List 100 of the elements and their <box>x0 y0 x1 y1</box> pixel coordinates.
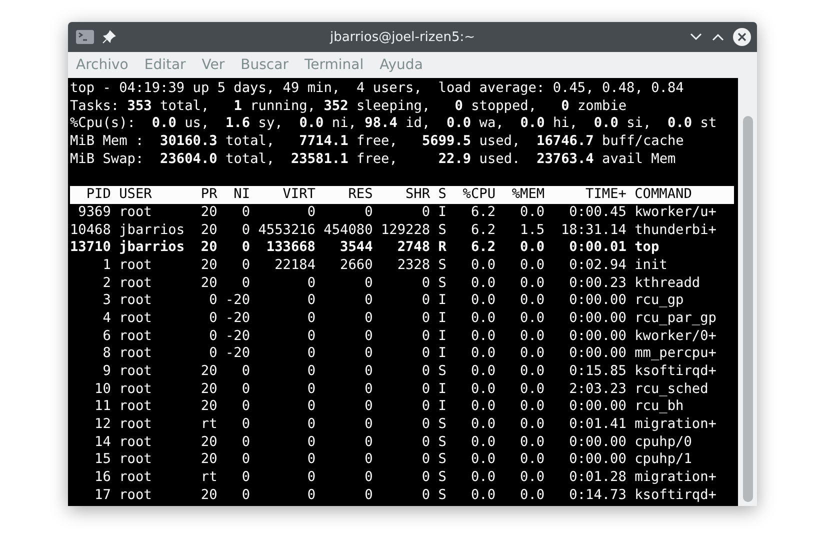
table-cell-text: 6 <box>102 328 111 346</box>
table-cell-text: 0:00.00 <box>568 345 626 364</box>
table-cell-text: I <box>437 328 446 346</box>
table-cell-text: 0 <box>306 363 316 381</box>
table-cell-text: R <box>437 239 446 257</box>
column-header: TIME+ <box>584 186 626 204</box>
table-cell-text: 11 <box>94 398 111 416</box>
table-cell-text: 0 <box>364 345 373 364</box>
table-cell-text: 0:15.85 <box>568 363 626 381</box>
table-cell-text: 0.0 <box>519 310 545 328</box>
table-cell-text: 0:01.28 <box>568 469 626 487</box>
table-cell-text: 0.0 <box>519 256 545 275</box>
table-cell-text: 0 <box>364 363 373 381</box>
table-cell-text: 0 <box>208 310 218 328</box>
table-cell-text: rcu_bh <box>634 398 685 416</box>
table-cell-text: 0:00.00 <box>568 398 626 416</box>
summary-line: top - 04:19:39 up 5 days, 49 min, 4 users, load average: 0.45, 0.48, 0.84 <box>70 80 685 98</box>
table-cell-text: 0.0 <box>519 292 545 310</box>
table-cell-text: S <box>437 486 446 505</box>
table-cell-text: 3544 <box>339 239 373 257</box>
table-cell-text: 6.2 <box>470 204 496 222</box>
menu-item[interactable]: Ver <box>202 57 225 73</box>
table-cell-text: I <box>437 204 446 222</box>
table-cell-text: cpuhp/1 <box>634 451 693 470</box>
table-cell-text: 0:02.94 <box>568 256 626 275</box>
table-cell-text: 0 <box>240 434 250 452</box>
table-cell-text: rcu_par_gp <box>634 310 718 328</box>
table-cell-text: 20 <box>200 222 218 240</box>
table-cell-text: 0 <box>420 345 430 364</box>
table-cell-text: 0.0 <box>519 469 545 487</box>
terminal-icon[interactable] <box>76 30 94 44</box>
table-cell-text: 0 <box>364 328 373 346</box>
table-cell-text: 0 <box>306 416 316 434</box>
pin-icon[interactable] <box>102 30 116 44</box>
table-cell-text: 0 <box>420 416 430 434</box>
table-cell-text: 0.0 <box>470 416 496 434</box>
table-cell-text: 0:01.41 <box>568 416 626 434</box>
table-cell-text: S <box>437 434 446 452</box>
table-cell-text: kthreadd <box>634 274 702 292</box>
table-cell-text: root <box>118 380 153 398</box>
table-cell-text: 454080 <box>322 222 373 240</box>
table-cell-text: jbarrios <box>118 239 185 257</box>
table-cell-text: 18:31.14 <box>560 222 626 240</box>
table-cell-text: -20 <box>224 328 250 346</box>
table-cell-text: 0 <box>364 469 373 487</box>
menu-item[interactable]: Archivo <box>76 57 128 73</box>
table-cell-text: root <box>118 451 153 470</box>
table-cell-text: init <box>634 256 668 275</box>
table-cell-text: 0.0 <box>519 398 545 416</box>
maximize-icon[interactable] <box>711 32 725 42</box>
menu-item[interactable]: Ayuda <box>380 57 423 73</box>
close-icon[interactable] <box>733 28 751 46</box>
column-header: %MEM <box>510 186 545 204</box>
table-cell-text: 0:00.00 <box>568 328 626 346</box>
table-cell: 13710 <box>70 239 111 257</box>
column-header: PID <box>85 186 111 204</box>
table-cell-text: 12 <box>94 416 111 434</box>
table-cell-text: root <box>118 345 153 364</box>
table-cell-text: 4553216 <box>257 222 316 240</box>
table-cell-text: 1.5 <box>519 222 545 240</box>
table-cell-text: S <box>437 222 446 240</box>
scrollbar-thumb[interactable] <box>743 116 753 502</box>
table-cell-text: 0 <box>364 398 373 416</box>
table-cell-text: 133668 <box>265 239 316 257</box>
table-cell-text: 0 <box>240 398 250 416</box>
table-cell-text: 0 <box>240 256 250 275</box>
column-header: USER <box>118 186 153 204</box>
table-cell-text: root <box>118 486 153 505</box>
table-cell-text: 0 <box>420 451 430 470</box>
table-cell-text: 0 <box>240 222 250 240</box>
table-cell-text: root <box>118 469 153 487</box>
summary-line: MiB Swap: 23604.0 total, 23581.1 free, 22.9 used. 23763.4 avail Mem <box>70 150 677 168</box>
table-cell-text: 0 <box>420 363 430 381</box>
table-cell-text: 0 <box>420 486 430 505</box>
scrollbar[interactable] <box>738 78 757 506</box>
table-cell-text: 0 <box>240 451 250 470</box>
table-cell-text: 0.0 <box>519 486 545 505</box>
table-cell-text: migration+ <box>634 469 718 487</box>
table-cell-text: 0.0 <box>519 451 545 470</box>
table-cell-text: ksoftirqd+ <box>634 486 718 505</box>
menu-item[interactable]: Buscar <box>240 57 288 73</box>
table-cell-text: thunderbi+ <box>634 222 718 240</box>
table-cell-text: 0.0 <box>519 274 545 292</box>
table-cell-text: 0 <box>420 328 430 346</box>
minimize-icon[interactable] <box>689 32 703 42</box>
table-cell-text: 0.0 <box>470 292 496 310</box>
table-cell-text: 0 <box>306 328 316 346</box>
table-cell-text: root <box>118 398 153 416</box>
table-cell-text: 0 <box>306 434 316 452</box>
table-cell-text: 0:00.00 <box>568 310 626 328</box>
table-cell-text: S <box>437 416 446 434</box>
table-cell-text: root <box>118 363 153 381</box>
menu-item[interactable]: Terminal <box>304 57 364 73</box>
table-cell-text: 20 <box>200 398 218 416</box>
table-cell-text: 0.0 <box>519 328 545 346</box>
table-cell-text: 4 <box>102 310 111 328</box>
table-cell-text: 0.0 <box>519 416 545 434</box>
table-cell-text: 22184 <box>274 256 316 275</box>
table-cell-text: 20 <box>200 434 218 452</box>
menu-item[interactable]: Editar <box>144 57 186 73</box>
